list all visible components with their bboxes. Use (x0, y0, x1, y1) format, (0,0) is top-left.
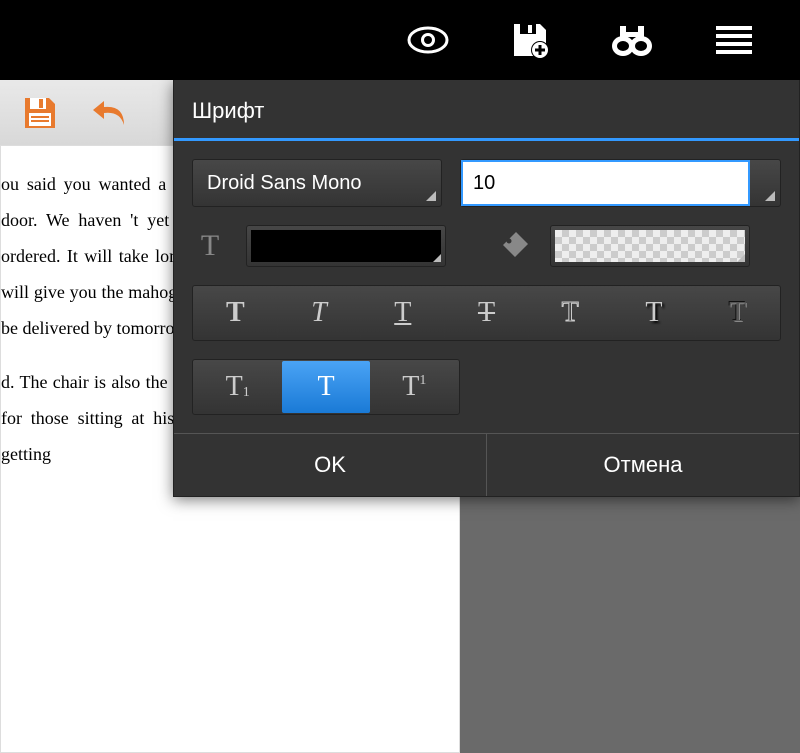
shadow-button[interactable]: T (613, 287, 696, 339)
strikethrough-button[interactable]: T (445, 287, 528, 339)
save-icon[interactable] (15, 93, 65, 133)
font-size-control[interactable] (460, 159, 781, 207)
outline-button[interactable]: T (529, 287, 612, 339)
underline-button[interactable]: T (361, 287, 444, 339)
binoculars-icon[interactable] (611, 19, 653, 61)
top-bar (0, 0, 800, 80)
font-dialog: Шрифт Droid Sans Mono T (173, 80, 800, 497)
eye-icon[interactable] (407, 19, 449, 61)
bold-button[interactable]: T (194, 287, 277, 339)
highlight-label-icon (496, 228, 532, 264)
superscript-button[interactable]: T1 (371, 361, 458, 413)
text-color-picker[interactable] (246, 225, 446, 267)
font-family-dropdown[interactable]: Droid Sans Mono (192, 159, 442, 207)
italic-button[interactable]: T (278, 287, 361, 339)
subscript-button[interactable]: T1 (194, 361, 281, 413)
dialog-actions: OK Отмена (174, 433, 799, 496)
undo-icon[interactable] (85, 93, 135, 133)
highlight-color-picker[interactable] (550, 225, 750, 267)
save-plus-icon[interactable] (509, 19, 551, 61)
ok-button[interactable]: OK (174, 434, 487, 496)
emboss-button[interactable]: T (696, 287, 779, 339)
normal-script-button[interactable]: T (282, 361, 369, 413)
font-size-input[interactable] (461, 160, 750, 206)
menu-icon[interactable] (713, 19, 755, 61)
dialog-title: Шрифт (174, 80, 799, 141)
cancel-button[interactable]: Отмена (487, 434, 799, 496)
script-group: T1 T T1 (192, 359, 460, 415)
text-color-label-icon: T (192, 228, 228, 264)
font-family-value: Droid Sans Mono (207, 172, 362, 195)
text-style-group: T T T T T T T (192, 285, 781, 341)
